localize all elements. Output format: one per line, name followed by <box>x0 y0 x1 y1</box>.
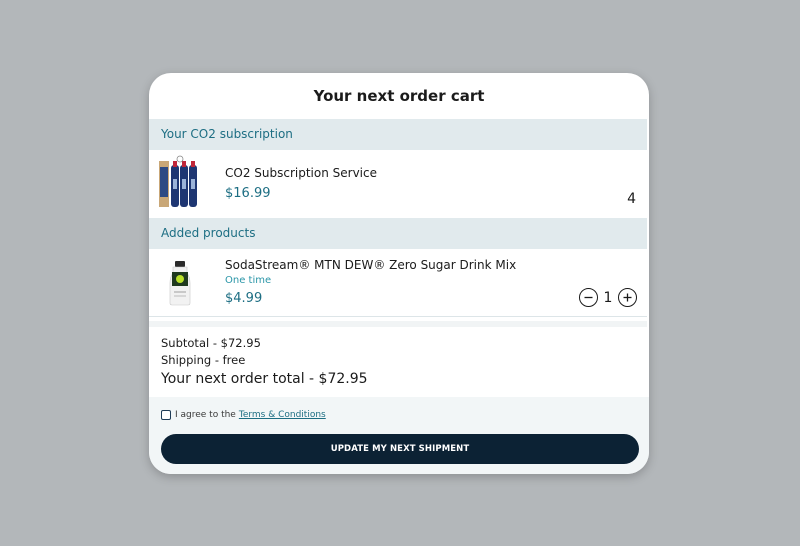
quantity-value: 1 <box>603 289 613 306</box>
subscription-section-header: Your CO2 subscription <box>149 119 647 150</box>
subscription-item-name: CO2 Subscription Service <box>225 166 377 180</box>
update-next-shipment-button[interactable]: UPDATE MY NEXT SHIPMENT <box>161 434 639 464</box>
terms-checkbox[interactable] <box>161 410 171 420</box>
modal-title: Your next order cart <box>313 87 485 105</box>
terms-conditions-link[interactable]: Terms & Conditions <box>239 410 326 420</box>
plus-icon <box>623 293 632 302</box>
added-products-section-header: Added products <box>149 218 647 249</box>
terms-agreement: I agree to the Terms & Conditions <box>161 410 326 420</box>
subscription-item-quantity: 4 <box>627 191 636 207</box>
minus-icon <box>584 296 593 299</box>
added-item-frequency: One time <box>225 275 272 286</box>
subtotal-text: Subtotal - $72.95 <box>161 336 261 350</box>
order-total-text: Your next order total - $72.95 <box>161 371 368 387</box>
quantity-stepper: 1 <box>579 288 637 307</box>
item-divider <box>149 316 647 317</box>
totals-separator <box>149 321 647 327</box>
increase-quantity-button[interactable] <box>618 288 637 307</box>
co2-product-image <box>159 155 197 207</box>
decrease-quantity-button[interactable] <box>579 288 598 307</box>
drink-mix-product-image <box>169 261 191 306</box>
cart-modal: Your next order cart Your CO2 subscripti… <box>149 73 649 474</box>
added-item-price: $4.99 <box>225 291 263 306</box>
shipping-text: Shipping - free <box>161 353 246 367</box>
terms-agree-label: I agree to the <box>175 410 236 420</box>
subscription-item-price: $16.99 <box>225 186 271 201</box>
added-item-name: SodaStream® MTN DEW® Zero Sugar Drink Mi… <box>225 258 517 272</box>
